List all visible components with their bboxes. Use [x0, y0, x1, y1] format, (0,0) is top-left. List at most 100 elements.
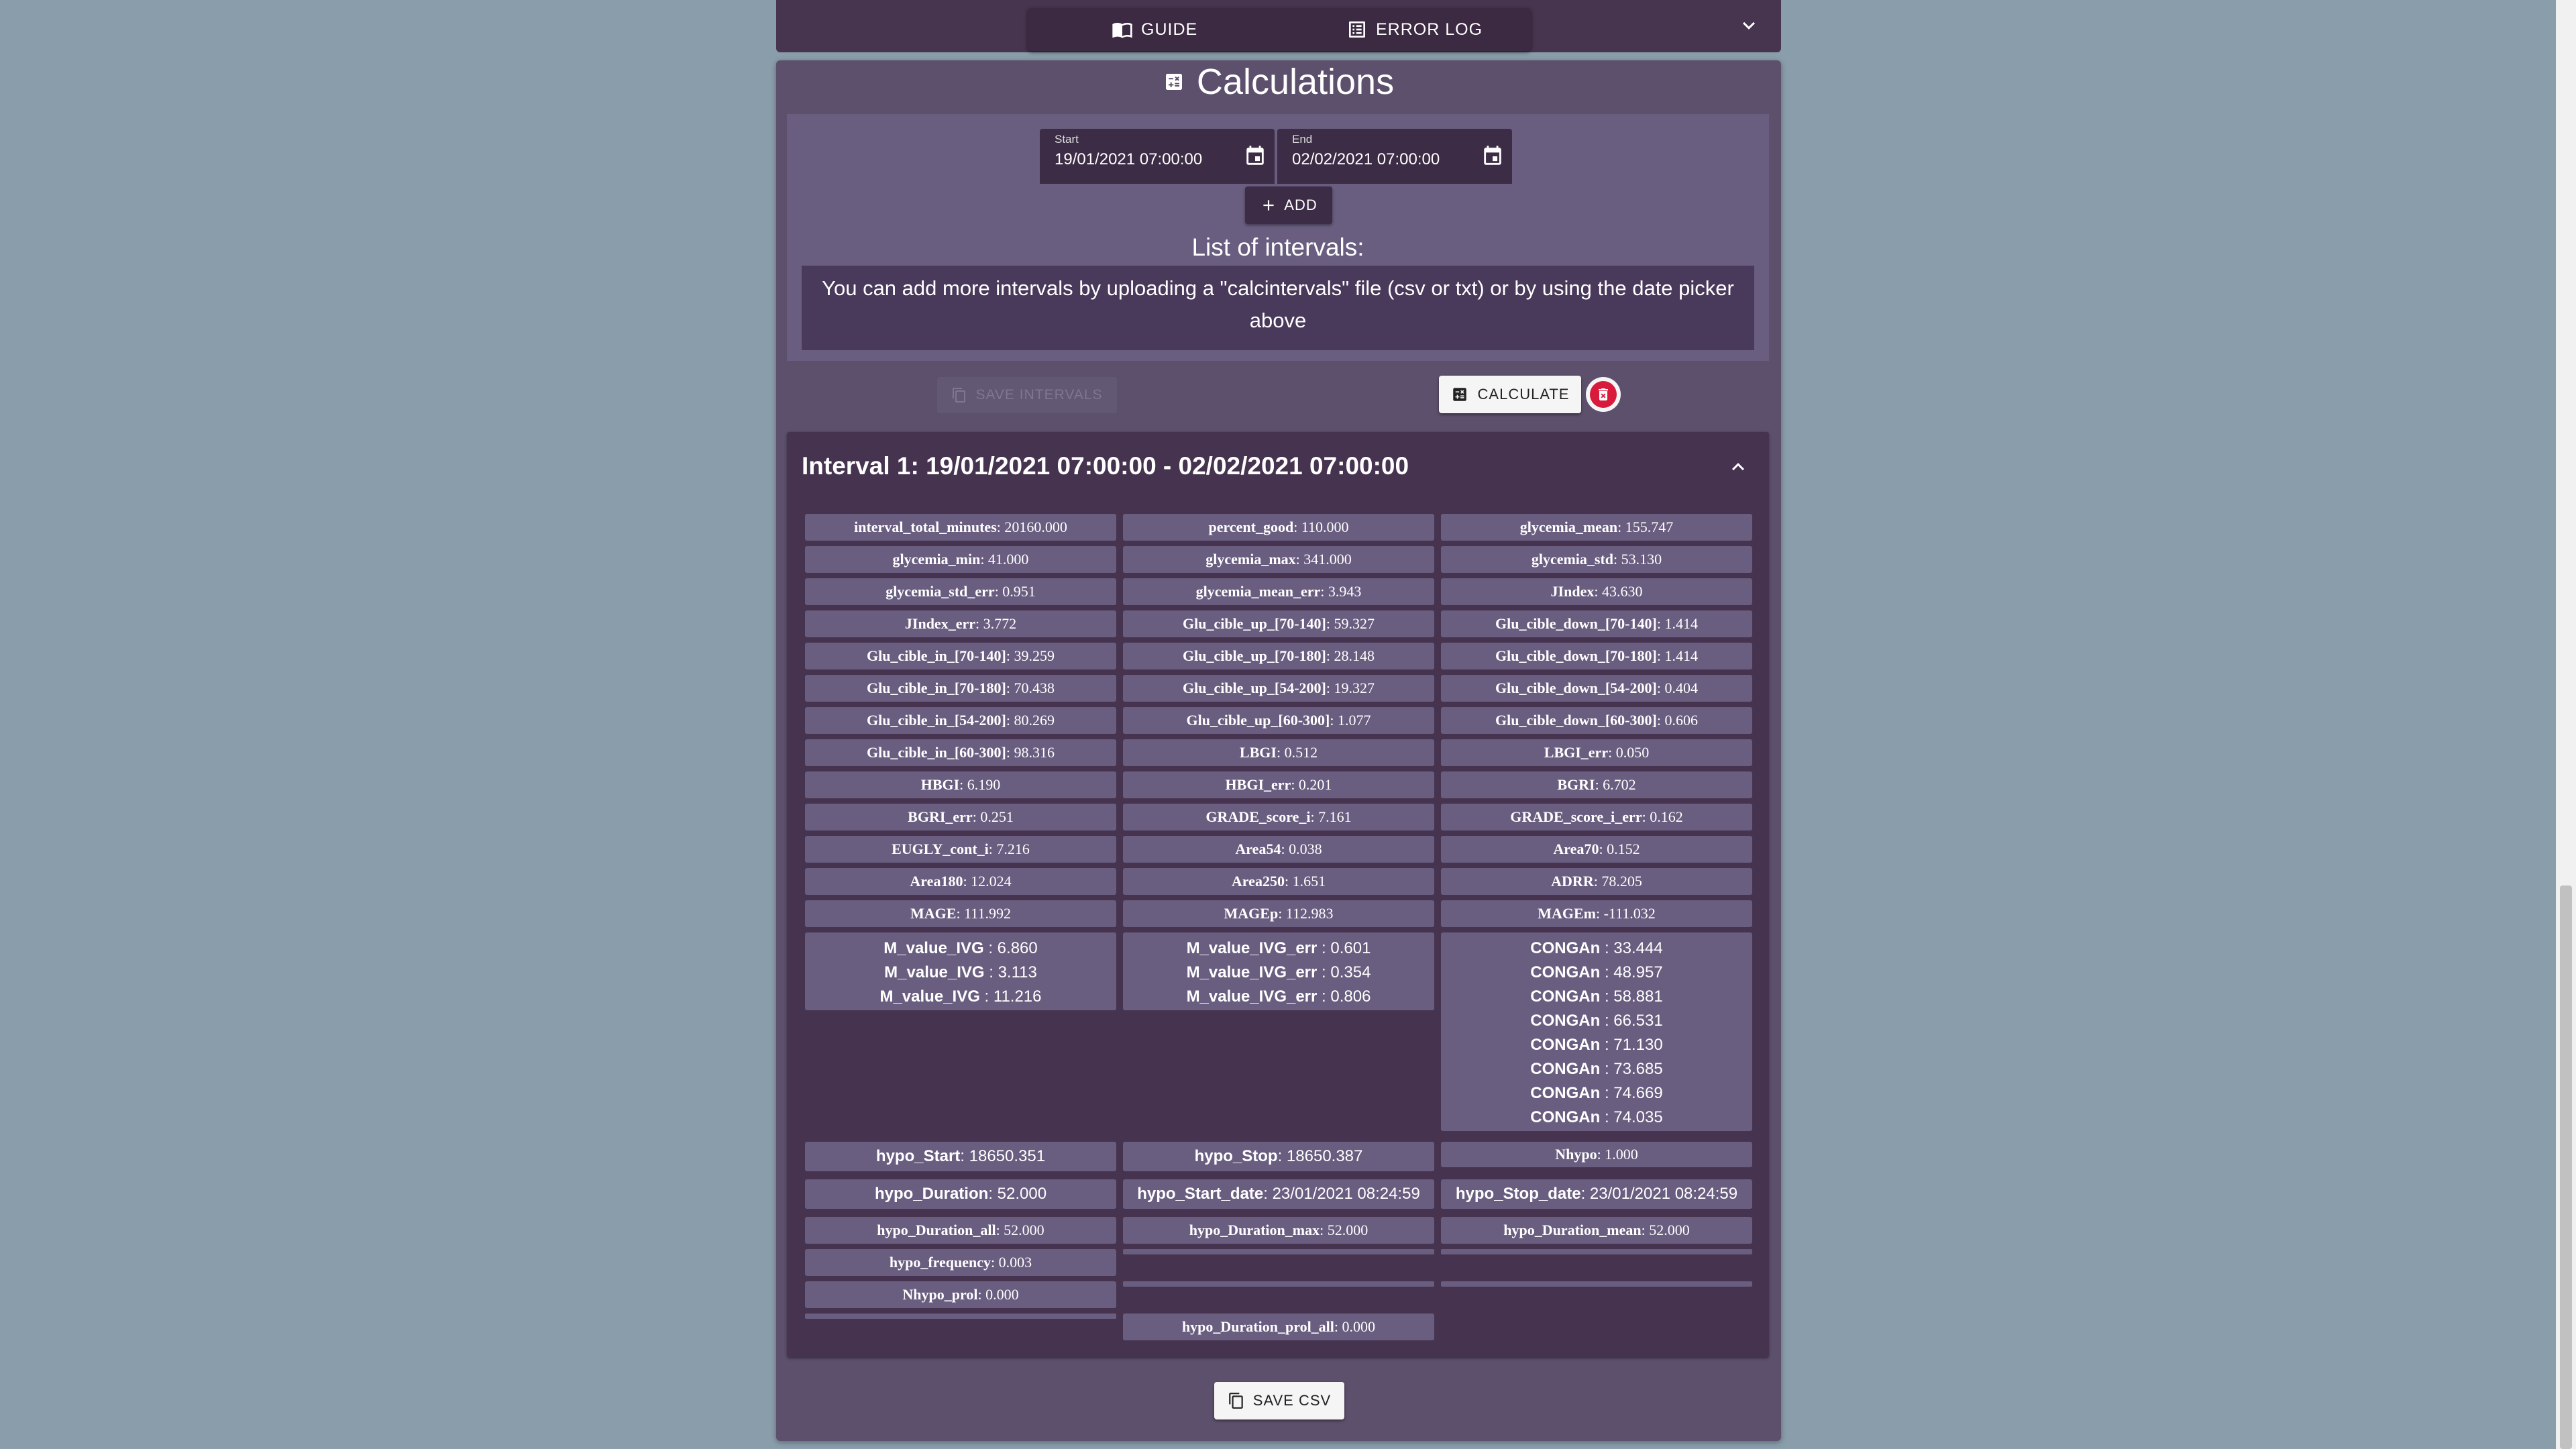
metric-value: : 0.050	[1608, 744, 1650, 761]
metric-name: CONGAn	[1530, 939, 1601, 957]
metric-name: glycemia_std_err	[885, 583, 995, 600]
metric-name: hypo_Start_date	[1137, 1185, 1264, 1203]
metric-value: : 53.130	[1613, 551, 1662, 568]
interval-results-panel: Interval 1: 19/01/2021 07:00:00 - 02/02/…	[787, 432, 1769, 1358]
metric-line: M_value_IVG_err : 0.354	[1123, 961, 1434, 985]
metric-line: CONGAn : 48.957	[1441, 961, 1752, 985]
metric-cell: Area250 : 1.651	[1123, 868, 1434, 895]
metric-cell: glycemia_std : 53.130	[1441, 546, 1752, 573]
metric-value: : 70.438	[1006, 680, 1055, 696]
metric-name: JIndex_err	[904, 615, 975, 632]
calculations-header: Calculations	[776, 60, 1781, 103]
start-date-value[interactable]: 19/01/2021 07:00:00	[1055, 150, 1202, 169]
metric-value: : 0.003	[991, 1254, 1032, 1271]
metric-name: CONGAn	[1530, 1108, 1601, 1126]
save-intervals-button[interactable]: SAVE INTERVALS	[937, 377, 1117, 413]
metric-name: Glu_cible_down_[70-140]	[1495, 615, 1657, 632]
metric-value: : 52.000	[988, 1185, 1047, 1203]
metric-cell: HBGI : 6.190	[805, 771, 1116, 798]
calculate-label: CALCULATE	[1477, 386, 1570, 402]
metric-value: : 98.316	[1006, 744, 1055, 761]
scrollbar-thumb[interactable]	[2560, 885, 2572, 1449]
end-date-field[interactable]: End 02/02/2021 07:00:00	[1277, 129, 1512, 184]
end-date-value[interactable]: 02/02/2021 07:00:00	[1292, 150, 1440, 169]
metric-name: Nhypo_prol	[902, 1286, 978, 1303]
metric-cell: hypo_frequency : 0.003	[805, 1249, 1116, 1276]
metric-name: CONGAn	[1530, 1084, 1601, 1102]
metric-name: CONGAn	[1530, 1012, 1601, 1030]
metric-name: MAGEp	[1224, 905, 1279, 922]
metric-cell: glycemia_min : 41.000	[805, 546, 1116, 573]
metric-cell: hypo_Duration_max : 52.000	[1123, 1217, 1434, 1244]
calendar-icon[interactable]	[1244, 145, 1267, 168]
save-csv-button[interactable]: SAVE CSV	[1214, 1382, 1344, 1419]
metric-name: HBGI	[920, 776, 960, 793]
metric-value: : 11.216	[979, 987, 1042, 1006]
book-icon	[1112, 23, 1132, 38]
metric-cell: hypo_Duration : 52.000	[805, 1179, 1116, 1209]
metric-name: hypo_Start	[875, 1147, 961, 1165]
calculate-icon	[1165, 74, 1182, 90]
metric-name: hypo_Duration_mean	[1503, 1222, 1642, 1238]
error-log-button[interactable]: ERROR LOG	[1346, 8, 1483, 51]
metric-name: GRADE_score_i_err	[1510, 808, 1642, 825]
metric-name: MAGEm	[1538, 905, 1596, 922]
metric-cell: MAGE : 111.992	[805, 900, 1116, 927]
metric-line: M_value_IVG_err : 0.806	[1123, 985, 1434, 1009]
metric-value: : 1.414	[1656, 647, 1698, 664]
metric-value: : 6.702	[1595, 776, 1636, 793]
metric-value: : 73.685	[1600, 1060, 1663, 1078]
metric-name: M_value_IVG_err	[1186, 963, 1318, 981]
metric-value: : 52.000	[996, 1222, 1044, 1238]
metric-cell: LBGI : 0.512	[1123, 739, 1434, 766]
empty-metric-cell	[805, 1313, 1116, 1319]
metric-cell: Glu_cible_up_[54-200] : 19.327	[1123, 675, 1434, 702]
metric-value: : 59.327	[1326, 615, 1375, 632]
metric-value: : 0.038	[1281, 841, 1322, 857]
metric-value: : 12.024	[963, 873, 1012, 890]
metric-name: glycemia_min	[892, 551, 981, 568]
metric-value: : 58.881	[1600, 987, 1663, 1006]
metric-name: hypo_Stop	[1194, 1147, 1278, 1165]
expand-chevron-icon[interactable]	[1737, 13, 1761, 38]
intervals-list-title: List of intervals:	[1191, 233, 1364, 261]
error-log-label: ERROR LOG	[1376, 19, 1483, 39]
end-date-label: End	[1292, 133, 1313, 146]
metric-cell: EUGLY_cont_i : 7.216	[805, 836, 1116, 863]
metric-value: : 41.000	[980, 551, 1029, 568]
metric-name: Area250	[1231, 873, 1285, 890]
metric-line: CONGAn : 66.531	[1441, 1009, 1752, 1033]
metric-name: M_value_IVG	[883, 939, 984, 957]
metric-name: BGRI_err	[908, 808, 973, 825]
metric-line: CONGAn : 71.130	[1441, 1033, 1752, 1057]
calendar-icon[interactable]	[1481, 145, 1504, 168]
metric-cell: hypo_Duration_prol_all : 0.000	[1123, 1313, 1434, 1340]
delete-intervals-button[interactable]	[1586, 377, 1621, 412]
metric-name: LBGI	[1239, 744, 1277, 761]
metric-value: : 6.190	[959, 776, 1001, 793]
list-alt-icon	[1349, 21, 1365, 38]
calculate-button[interactable]: CALCULATE	[1439, 376, 1581, 413]
page-scrollbar[interactable]	[2556, 0, 2576, 1449]
start-date-field[interactable]: Start 19/01/2021 07:00:00	[1040, 129, 1275, 184]
metric-value: : -111.032	[1595, 905, 1656, 922]
metric-cell: Glu_cible_down_[70-180] : 1.414	[1441, 643, 1752, 669]
metric-line: CONGAn : 74.035	[1441, 1106, 1752, 1130]
collapse-chevron-icon[interactable]	[1726, 455, 1750, 479]
add-interval-button[interactable]: ADD	[1245, 186, 1332, 224]
metric-cell: Area180 : 12.024	[805, 868, 1116, 895]
metric-value: : 0.601	[1317, 939, 1371, 957]
calculations-title: Calculations	[1196, 62, 1395, 102]
empty-metric-cell	[1441, 1249, 1752, 1254]
metric-name: Area70	[1553, 841, 1599, 857]
metric-value: : 0.354	[1317, 963, 1371, 981]
interval-picker-panel: Start 19/01/2021 07:00:00 End 02/02/2021…	[787, 114, 1769, 361]
metric-value: : 0.251	[972, 808, 1014, 825]
guide-button[interactable]: GUIDE	[1112, 8, 1197, 51]
metric-cell: hypo_Start_date : 23/01/2021 08:24:59	[1123, 1179, 1434, 1209]
metric-value: : 0.606	[1656, 712, 1698, 729]
metric-value: : 71.130	[1600, 1036, 1663, 1054]
metric-cell: hypo_Stop : 18650.387	[1123, 1142, 1434, 1171]
interval-title: Interval 1: 19/01/2021 07:00:00 - 02/02/…	[802, 452, 1409, 480]
metric-value: : 0.201	[1291, 776, 1332, 793]
